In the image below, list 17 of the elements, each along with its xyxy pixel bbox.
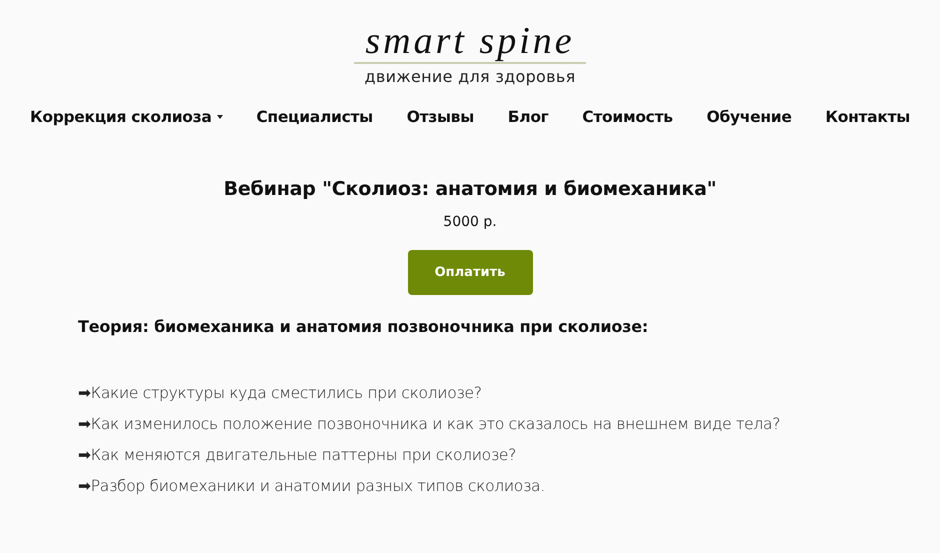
nav-link[interactable]: Коррекция сколиоза [30,108,223,126]
nav-link[interactable]: Обучение [706,108,792,126]
list-item: ➡Какие структуры куда сместились при сколиозе? [78,383,483,404]
list-item: ➡Разбор биомеханики и анатомии разных типов сколиоза. [78,476,546,497]
nav-link[interactable]: Отзывы [406,108,474,126]
list-item: ➡Как изменилось положение позвоночника и как это сказалось на внешнем виде тела? [78,414,782,435]
nav-link[interactable]: Стоимость [582,108,673,126]
nav-link[interactable]: Специалисты [256,108,373,126]
logo-wordmark: smart spine [365,22,575,60]
product-price: 5000 р. [443,214,497,230]
logo-tagline: движение для здоровья [364,68,576,86]
product-title: Вебинар "Сколиоз: анатомия и биомеханика" [224,178,716,200]
nav-link[interactable]: Контакты [825,108,910,126]
section-heading: Теория: биомеханика и анатомия позвоночника при сколиозе: [78,317,650,336]
pay-button[interactable]: Оплатить [408,250,532,295]
nav-link[interactable]: Блог [508,108,548,126]
list-item: ➡Как меняются двигательные паттерны при сколиозе? [78,445,518,466]
